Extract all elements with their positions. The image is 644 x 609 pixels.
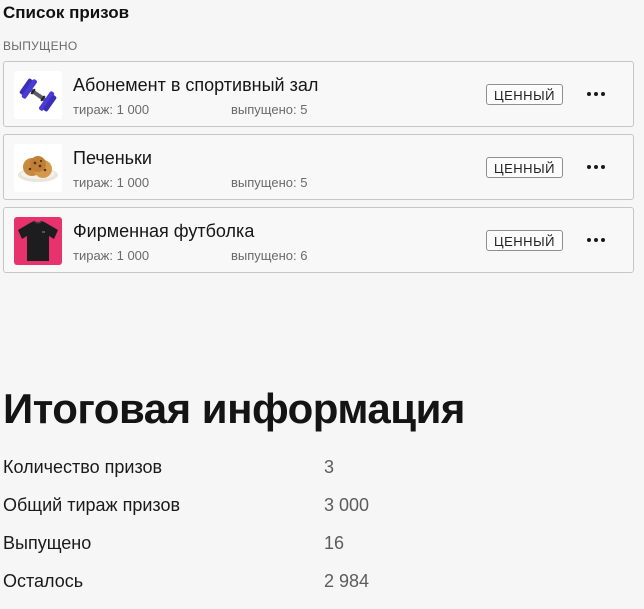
summary-row: Количество призов 3 <box>3 457 603 495</box>
tshirt-icon <box>14 217 62 265</box>
more-options-icon[interactable] <box>582 226 610 254</box>
prize-list: Абонемент в спортивный зал тираж: 1 000 … <box>3 61 634 280</box>
summary-label: Осталось <box>3 571 84 591</box>
page-title: Список призов <box>3 3 130 22</box>
summary-value: 3 <box>324 457 335 477</box>
summary-value: 2 984 <box>324 571 370 591</box>
more-options-icon[interactable] <box>582 80 610 108</box>
summary-table: Количество призов 3 Общий тираж призов 3… <box>3 457 603 609</box>
prize-run: тираж: 1 000 <box>73 248 150 263</box>
summary-row: Общий тираж призов 3 000 <box>3 495 603 533</box>
prize-card[interactable]: Абонемент в спортивный зал тираж: 1 000 … <box>3 61 634 127</box>
prize-issued: выпущено: 5 <box>231 175 308 190</box>
summary-row: Выпущено 16 <box>3 533 603 571</box>
summary-value: 3 000 <box>324 495 370 515</box>
section-label-issued: ВЫПУЩЕНО <box>3 39 78 53</box>
more-options-icon[interactable] <box>582 153 610 181</box>
prize-name: Печеньки <box>73 148 152 168</box>
prize-name: Абонемент в спортивный зал <box>73 75 319 95</box>
prize-run: тираж: 1 000 <box>73 175 150 190</box>
dumbbell-icon <box>14 71 62 119</box>
prize-name: Фирменная футболка <box>73 221 255 241</box>
valuable-badge: ЦЕННЫЙ <box>486 157 563 178</box>
valuable-badge: ЦЕННЫЙ <box>486 84 563 105</box>
summary-row: Осталось 2 984 <box>3 571 603 609</box>
summary-title: Итоговая информация <box>3 385 465 432</box>
prize-issued: выпущено: 5 <box>231 102 308 117</box>
valuable-badge: ЦЕННЫЙ <box>486 230 563 251</box>
summary-label: Количество призов <box>3 457 163 477</box>
cookies-icon <box>14 144 62 192</box>
prize-card[interactable]: Фирменная футболка тираж: 1 000 выпущено… <box>3 207 634 273</box>
prize-card[interactable]: Печеньки тираж: 1 000 выпущено: 5 ЦЕННЫЙ <box>3 134 634 200</box>
prize-run: тираж: 1 000 <box>73 102 150 117</box>
summary-label: Выпущено <box>3 533 92 553</box>
prize-issued: выпущено: 6 <box>231 248 308 263</box>
summary-value: 16 <box>324 533 345 553</box>
summary-label: Общий тираж призов <box>3 495 181 515</box>
